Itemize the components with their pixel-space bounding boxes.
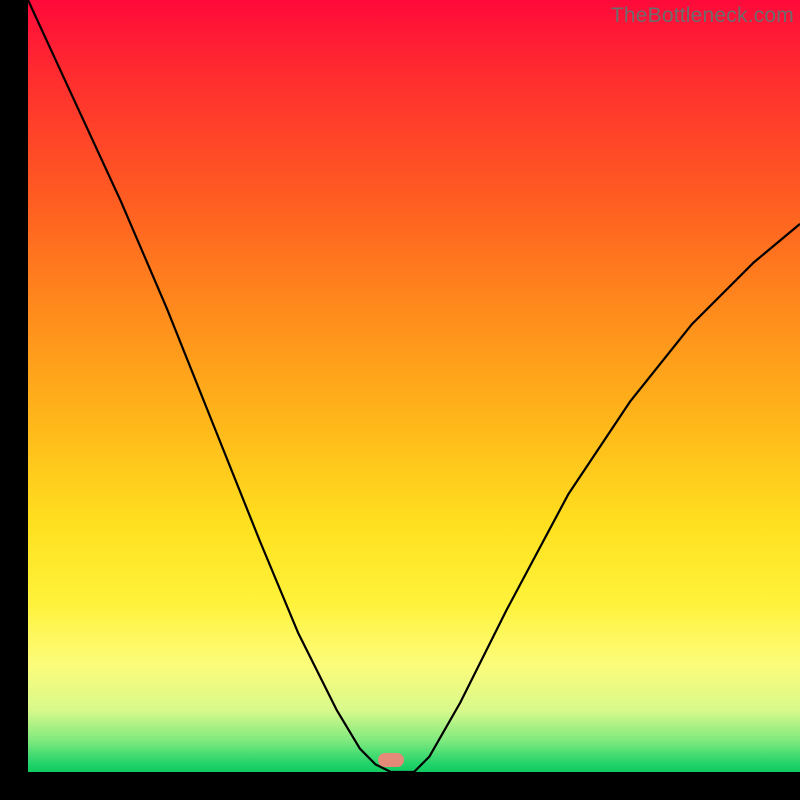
optimum-marker — [378, 753, 404, 767]
chart-frame: TheBottleneck.com — [0, 0, 800, 800]
bottleneck-curve — [28, 0, 800, 772]
plot-area: TheBottleneck.com — [28, 0, 800, 772]
curve-path — [28, 0, 800, 772]
